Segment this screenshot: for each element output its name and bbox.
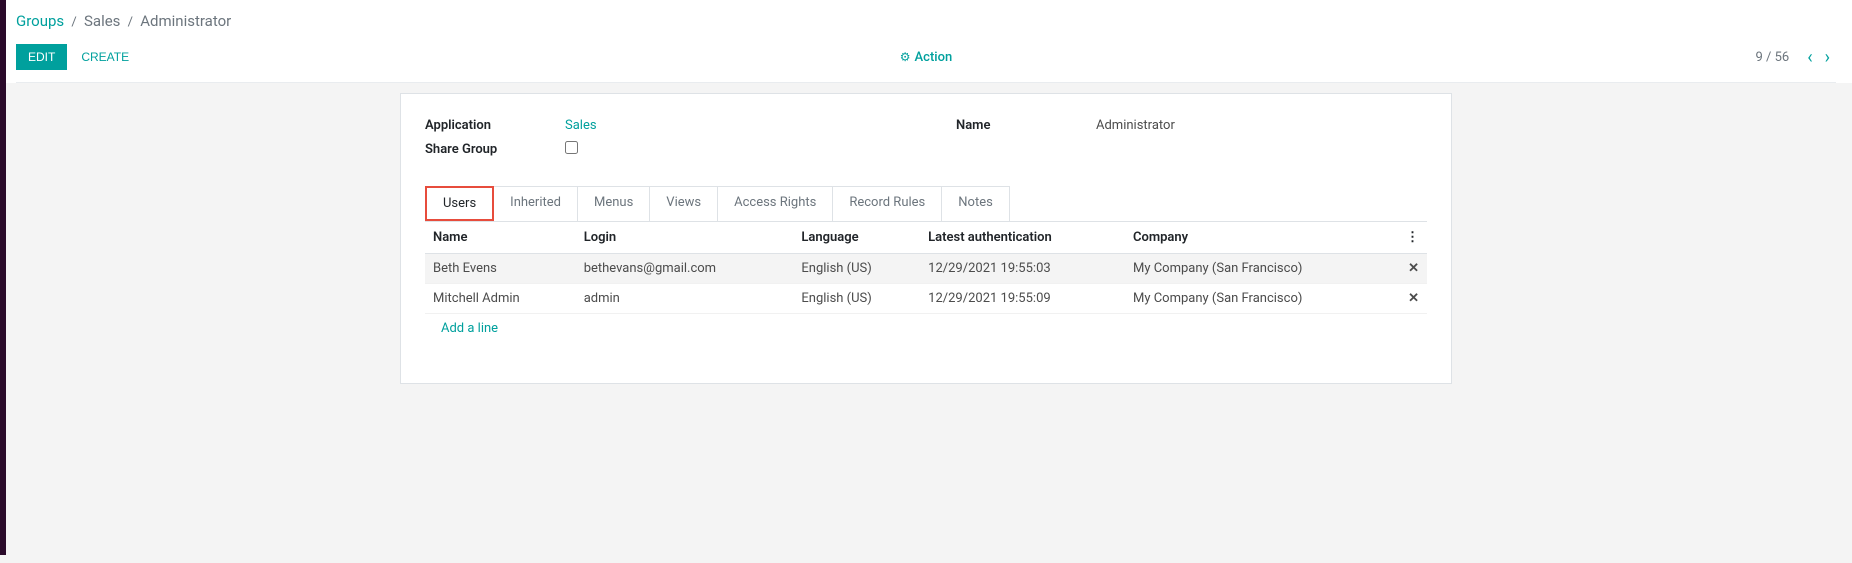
left-rail-stub bbox=[0, 0, 6, 555]
table-row[interactable]: Beth Evens bethevans@gmail.com English (… bbox=[425, 254, 1427, 284]
table-row[interactable]: Mitchell Admin admin English (US) 12/29/… bbox=[425, 284, 1427, 314]
add-line-link[interactable]: Add a line bbox=[433, 313, 506, 344]
action-dropdown[interactable]: ⚙ Action bbox=[900, 50, 952, 65]
application-value[interactable]: Sales bbox=[565, 118, 597, 133]
cell-login: bethevans@gmail.com bbox=[576, 254, 794, 284]
breadcrumb-mid: Sales bbox=[84, 12, 120, 30]
cell-login: admin bbox=[576, 284, 794, 314]
tab-views[interactable]: Views bbox=[649, 186, 718, 221]
breadcrumb: Groups / Sales / Administrator bbox=[16, 8, 1836, 40]
share-group-checkbox[interactable] bbox=[565, 141, 578, 154]
delete-row-icon[interactable]: ✕ bbox=[1408, 291, 1419, 306]
cell-company: My Company (San Francisco) bbox=[1125, 254, 1397, 284]
name-label: Name bbox=[956, 118, 1096, 133]
col-options-icon[interactable]: ⋮ bbox=[1397, 222, 1427, 254]
pager-next-icon[interactable]: › bbox=[1819, 47, 1836, 68]
pager-count[interactable]: 9 / 56 bbox=[1755, 50, 1789, 65]
tab-users[interactable]: Users bbox=[425, 186, 494, 221]
create-button[interactable]: CREATE bbox=[73, 45, 137, 69]
cell-company: My Company (San Francisco) bbox=[1125, 284, 1397, 314]
cell-language: English (US) bbox=[793, 284, 920, 314]
pager-prev-icon[interactable]: ‹ bbox=[1801, 47, 1818, 68]
cell-latest-auth: 12/29/2021 19:55:03 bbox=[920, 254, 1125, 284]
breadcrumb-current: Administrator bbox=[140, 12, 231, 30]
cell-language: English (US) bbox=[793, 254, 920, 284]
name-value: Administrator bbox=[1096, 118, 1175, 133]
tab-menus[interactable]: Menus bbox=[577, 186, 650, 221]
edit-button[interactable]: EDIT bbox=[16, 44, 67, 70]
breadcrumb-root[interactable]: Groups bbox=[16, 12, 64, 30]
col-name[interactable]: Name bbox=[425, 222, 576, 254]
col-company[interactable]: Company bbox=[1125, 222, 1397, 254]
share-group-label: Share Group bbox=[425, 142, 565, 157]
breadcrumb-sep: / bbox=[71, 15, 76, 30]
breadcrumb-sep: / bbox=[128, 15, 133, 30]
action-label: Action bbox=[915, 50, 953, 65]
delete-row-icon[interactable]: ✕ bbox=[1408, 261, 1419, 276]
tab-bar: Users Inherited Menus Views Access Right… bbox=[425, 186, 1427, 221]
cell-name: Mitchell Admin bbox=[425, 284, 576, 314]
users-table: Name Login Language Latest authenticatio… bbox=[425, 222, 1427, 343]
col-login[interactable]: Login bbox=[576, 222, 794, 254]
col-language[interactable]: Language bbox=[793, 222, 920, 254]
application-label: Application bbox=[425, 118, 565, 133]
tab-notes[interactable]: Notes bbox=[941, 186, 1010, 221]
cell-latest-auth: 12/29/2021 19:55:09 bbox=[920, 284, 1125, 314]
col-latest-auth[interactable]: Latest authentication bbox=[920, 222, 1125, 254]
tab-record-rules[interactable]: Record Rules bbox=[832, 186, 942, 221]
gear-icon: ⚙ bbox=[900, 50, 911, 64]
cell-name: Beth Evens bbox=[425, 254, 576, 284]
tab-access-rights[interactable]: Access Rights bbox=[717, 186, 833, 221]
tab-inherited[interactable]: Inherited bbox=[493, 186, 578, 221]
form-sheet: Application Sales Share Group Name Admin… bbox=[400, 93, 1452, 384]
